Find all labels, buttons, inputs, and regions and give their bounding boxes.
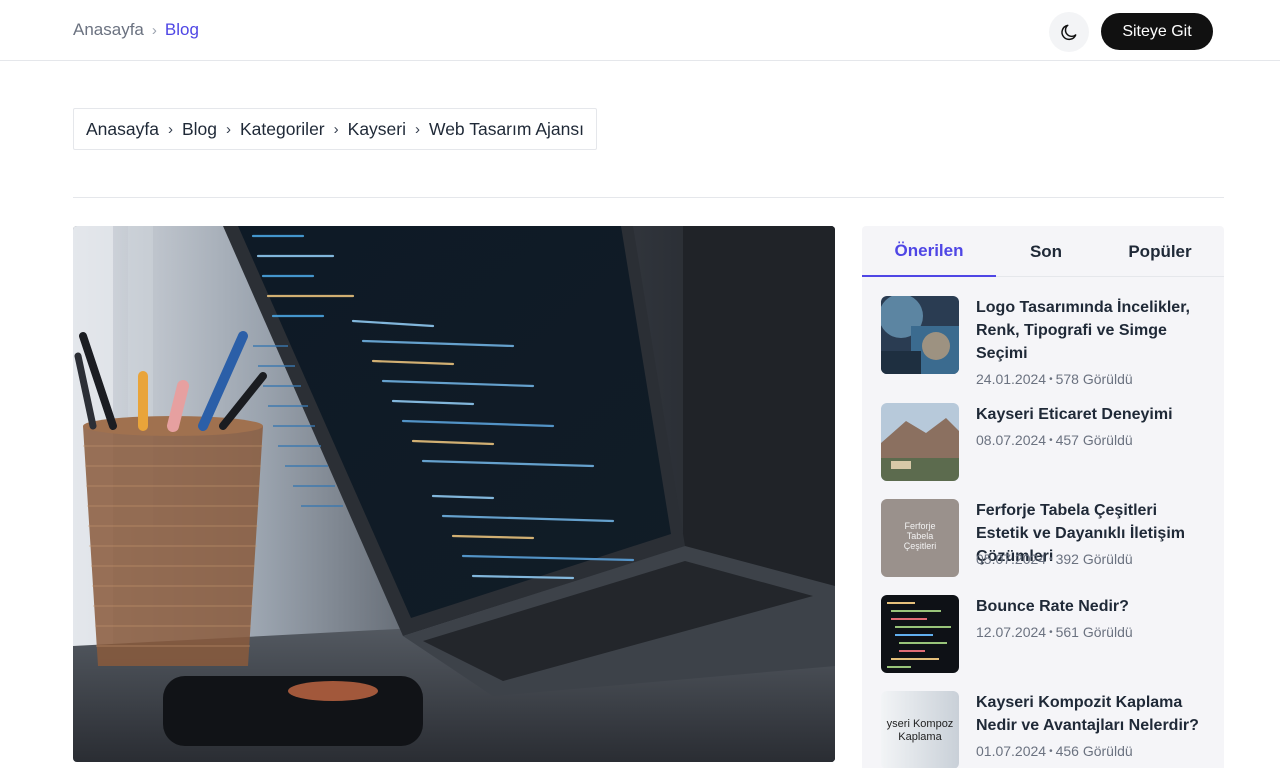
go-to-site-button[interactable]: Siteye Git	[1101, 13, 1213, 50]
post-date: 12.07.2024	[976, 624, 1047, 640]
post-views: 578 Görüldü	[1055, 371, 1133, 387]
breadcrumb: Anasayfa › Blog › Kategoriler › Kayseri …	[73, 108, 597, 150]
dot-separator: •	[1049, 554, 1053, 565]
post-views: 456 Görüldü	[1055, 743, 1133, 759]
moon-icon	[1061, 24, 1077, 41]
thumb-caption: Ferforje	[904, 521, 936, 531]
breadcrumb-home[interactable]: Anasayfa	[86, 119, 159, 140]
chevron-right-icon: ›	[151, 21, 157, 39]
list-item[interactable]: Kayseri Eticaret Deneyimi 08.07.2024 • 457…	[881, 403, 1211, 483]
tab-recommended[interactable]: Önerilen	[862, 226, 996, 277]
post-date: 24.01.2024	[976, 371, 1047, 387]
tab-popular[interactable]: Popüler	[1106, 226, 1214, 277]
chevron-right-icon: ›	[167, 120, 173, 138]
post-thumbnail[interactable]	[881, 403, 959, 481]
breadcrumb-blog[interactable]: Blog	[182, 119, 217, 140]
post-title[interactable]: Kayseri Eticaret Deneyimi	[976, 403, 1211, 426]
post-thumbnail[interactable]: yseri Kompoz Kaplama	[881, 691, 959, 768]
post-views: 561 Görüldü	[1055, 624, 1133, 640]
tab-recent[interactable]: Son	[996, 226, 1096, 277]
thumb-caption: Kaplama	[898, 731, 942, 743]
post-views: 392 Görüldü	[1055, 551, 1133, 567]
post-date: 05.07.2024	[976, 551, 1047, 567]
top-breadcrumb-home[interactable]: Anasayfa	[73, 20, 144, 40]
dot-separator: •	[1049, 746, 1053, 757]
post-title[interactable]: Kayseri Kompozit Kaplama Nedir ve Avanta…	[976, 691, 1211, 737]
post-title[interactable]: Bounce Rate Nedir?	[976, 595, 1211, 618]
post-date: 08.07.2024	[976, 432, 1047, 448]
breadcrumb-current: Web Tasarım Ajansı	[429, 118, 584, 139]
top-breadcrumb: Anasayfa › Blog	[73, 20, 199, 40]
list-item[interactable]: Logo Tasarımında İncelikler, Renk, Tipog…	[881, 296, 1211, 391]
hero-image	[73, 226, 835, 762]
thumb-caption: yseri Kompoz	[886, 718, 954, 730]
post-thumbnail[interactable]: Ferforje Tabela Çeşitleri	[881, 499, 959, 577]
list-item[interactable]: yseri Kompoz Kaplama Kayseri Kompozit Ka…	[881, 691, 1211, 768]
breadcrumb-categories[interactable]: Kategoriler	[240, 119, 325, 140]
dot-separator: •	[1049, 627, 1053, 638]
list-item[interactable]: Ferforje Tabela Çeşitleri Ferforje Tabel…	[881, 499, 1211, 594]
sidebar-posts: Önerilen Son Popüler Logo Tasarımında İn…	[862, 226, 1224, 768]
thumb-caption: Çeşitleri	[903, 541, 937, 551]
chevron-right-icon: ›	[333, 120, 339, 138]
post-meta: 05.07.2024 • 392 Görüldü	[976, 551, 1133, 567]
chevron-right-icon: ›	[415, 120, 420, 138]
laptop-code-illustration	[73, 226, 835, 762]
list-item[interactable]: Bounce Rate Nedir? 12.07.2024 • 561 Görüld…	[881, 595, 1211, 675]
post-thumbnail[interactable]	[881, 296, 959, 374]
sidebar-tabs: Önerilen Son Popüler	[862, 226, 1224, 277]
post-meta: 24.01.2024 • 578 Görüldü	[976, 371, 1133, 387]
post-meta: 08.07.2024 • 457 Görüldü	[976, 432, 1133, 448]
theme-toggle-button[interactable]	[1049, 12, 1089, 52]
section-divider	[73, 197, 1224, 198]
thumb-caption: Tabela	[906, 531, 934, 541]
post-views: 457 Görüldü	[1055, 432, 1133, 448]
dot-separator: •	[1049, 374, 1053, 385]
post-date: 01.07.2024	[976, 743, 1047, 759]
top-bar: Anasayfa › Blog Siteye Git	[0, 0, 1280, 61]
top-breadcrumb-blog[interactable]: Blog	[165, 20, 199, 40]
post-title[interactable]: Logo Tasarımında İncelikler, Renk, Tipog…	[976, 296, 1211, 365]
post-meta: 01.07.2024 • 456 Görüldü	[976, 743, 1133, 759]
breadcrumb-kayseri[interactable]: Kayseri	[348, 119, 406, 140]
chevron-right-icon: ›	[226, 120, 231, 138]
dot-separator: •	[1049, 435, 1053, 446]
post-meta: 12.07.2024 • 561 Görüldü	[976, 624, 1133, 640]
post-thumbnail[interactable]	[881, 595, 959, 673]
